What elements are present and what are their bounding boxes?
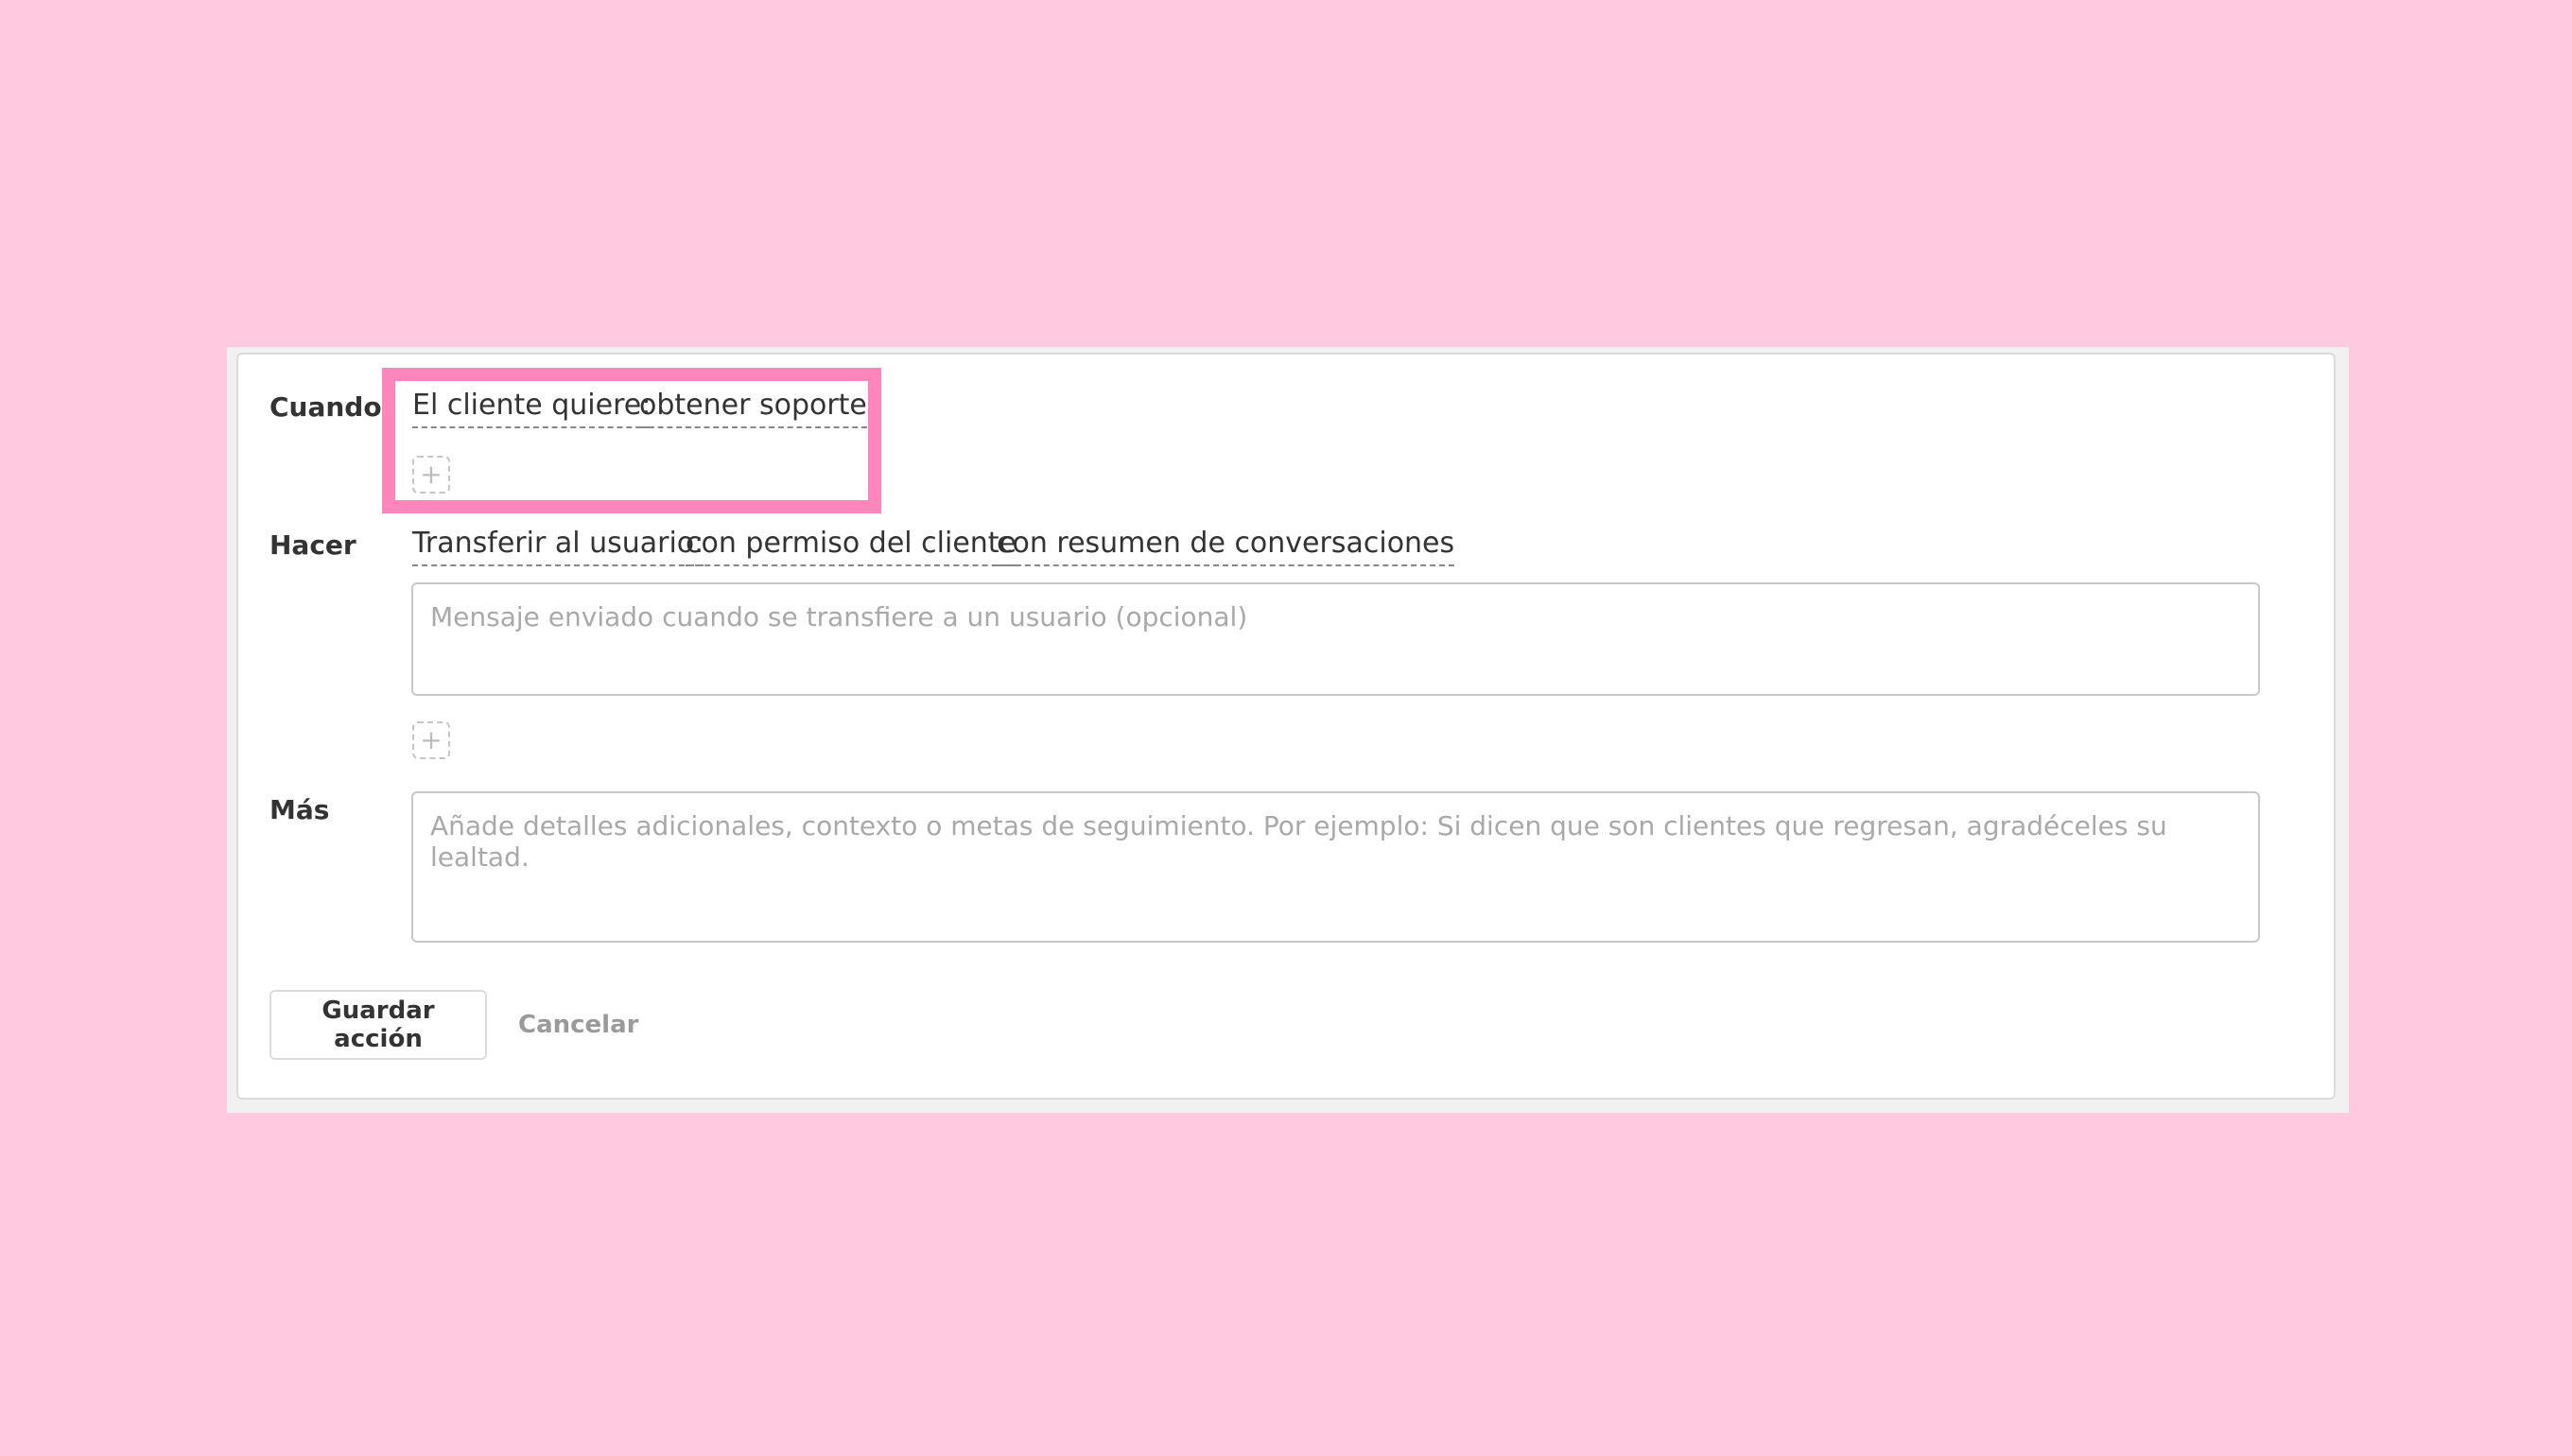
do-label: Hacer	[269, 529, 356, 561]
cancel-button[interactable]: Cancelar	[501, 990, 655, 1060]
plus-icon: +	[420, 724, 443, 755]
action-editor-card	[236, 353, 2336, 1100]
when-label: Cuando	[269, 391, 382, 423]
do-summary-chip[interactable]: con resumen de conversaciones	[997, 525, 1455, 566]
add-action-button[interactable]: +	[412, 721, 450, 759]
add-condition-button[interactable]: +	[412, 456, 450, 494]
additional-details-input[interactable]	[411, 791, 2260, 943]
when-value-chip[interactable]: obtener soporte	[639, 387, 867, 428]
more-label: Más	[269, 794, 330, 825]
plus-icon: +	[420, 459, 443, 490]
transfer-message-input[interactable]	[411, 582, 2260, 696]
do-action-chip[interactable]: Transferir al usuario:	[412, 525, 704, 566]
save-action-button[interactable]: Guardar acción	[269, 990, 487, 1060]
do-permission-chip[interactable]: con permiso del cliente	[686, 525, 1017, 566]
when-condition-chip[interactable]: El cliente quiere:	[412, 387, 652, 428]
